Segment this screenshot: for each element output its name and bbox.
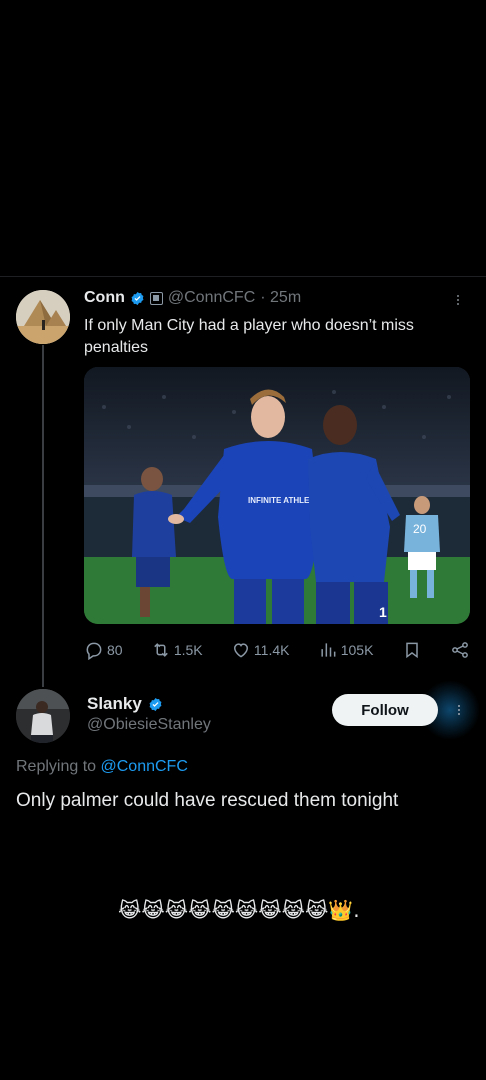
views-count: 105K <box>340 642 374 658</box>
quoted-tweet-time: · 25m <box>260 289 302 306</box>
reply-action[interactable]: 80 <box>84 640 123 660</box>
views-action[interactable]: 105K <box>318 640 374 660</box>
replying-to-link[interactable]: @ConnCFC <box>101 758 188 775</box>
football-players-photo: 20 INFINITE ATHLETE 1 <box>84 367 470 624</box>
like-icon <box>233 643 248 658</box>
reply-emoji-line: 😹😹😹😹😹😹😹😹😹👑. <box>118 898 360 922</box>
reply-text: Only palmer could have rescued them toni… <box>16 790 399 811</box>
affiliate-box-icon <box>149 291 163 305</box>
thread-connector-line <box>42 345 44 687</box>
bookmark-icon <box>405 642 418 659</box>
quoted-author-handle[interactable]: @ConnCFC <box>168 289 255 307</box>
quoted-tweet-media[interactable]: 20 INFINITE ATHLETE 1 <box>84 367 470 624</box>
like-count: 11.4K <box>253 642 290 658</box>
reply-more-icon[interactable]: · · · <box>455 696 463 722</box>
replying-to-line: Replying to @ConnCFC <box>16 758 188 776</box>
verified-badge-icon <box>131 291 144 305</box>
quoted-tweet-text: If only Man City had a player who doesn’… <box>84 317 414 356</box>
reply-author-name[interactable]: Slanky <box>87 694 142 714</box>
svg-text:1: 1 <box>379 604 387 620</box>
pyramid-photo-icon <box>16 290 70 344</box>
quoted-tweet-actions: 80 1.5K 11.4K 105K <box>84 638 470 662</box>
person-photo-icon <box>16 689 70 743</box>
bookmark-action[interactable] <box>402 640 422 660</box>
quoted-author-name[interactable]: Conn <box>84 289 125 307</box>
reply-icon <box>86 642 102 660</box>
repost-icon <box>154 643 168 657</box>
share-icon <box>452 642 468 658</box>
repost-action[interactable]: 1.5K <box>151 640 203 660</box>
views-icon <box>321 643 336 657</box>
conn-avatar[interactable] <box>16 290 70 344</box>
share-action[interactable] <box>450 640 470 660</box>
reply-count: 80 <box>107 642 123 658</box>
follow-button[interactable]: Follow <box>332 694 438 726</box>
reply-author-handle[interactable]: @ObiesieStanley <box>87 716 211 734</box>
replying-to-prefix: Replying to <box>16 758 101 775</box>
slanky-avatar[interactable] <box>16 689 70 743</box>
top-divider <box>0 276 486 277</box>
media-shirt-number: 20 <box>413 522 427 536</box>
quoted-more-icon[interactable]: · · · <box>454 286 462 312</box>
like-action[interactable]: 11.4K <box>231 640 290 660</box>
verified-badge-icon <box>149 697 162 711</box>
reply-author-name-row: Slanky <box>87 694 163 714</box>
repost-count: 1.5K <box>173 642 203 658</box>
quoted-tweet-header: Conn @ConnCFC · 25m <box>84 289 301 307</box>
